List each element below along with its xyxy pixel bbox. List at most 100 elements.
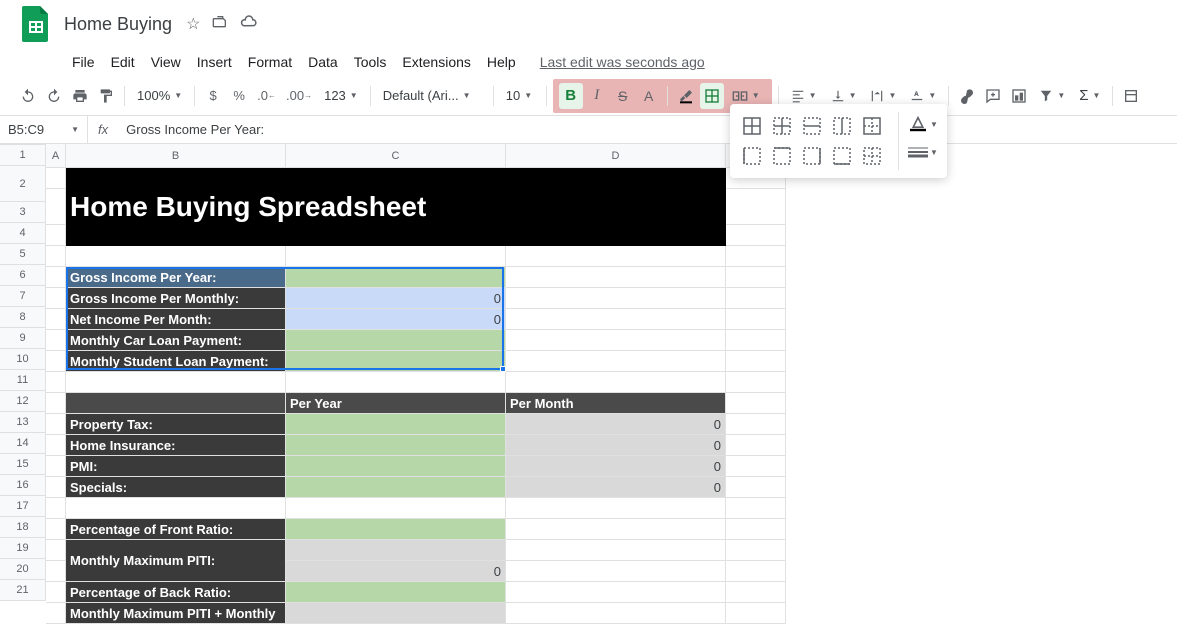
cell[interactable] [46,351,66,372]
row-header-18[interactable]: 18 [0,517,46,538]
cell[interactable] [726,330,786,351]
border-outer[interactable] [858,112,886,140]
cell[interactable] [506,561,726,582]
cell[interactable] [46,498,66,519]
cell[interactable] [46,414,66,435]
cell[interactable] [726,582,786,603]
border-all[interactable] [738,112,766,140]
formula-bar[interactable]: Gross Income Per Year: [118,122,1177,137]
cell[interactable]: Monthly Maximum PITI: [66,540,286,582]
menu-help[interactable]: Help [479,50,524,74]
border-right[interactable] [798,142,826,170]
row-header-5[interactable]: 5 [0,244,46,265]
font-dropdown[interactable]: Default (Ari...▼ [377,83,487,109]
cell[interactable]: Percentage of Front Ratio: [66,519,286,540]
cell[interactable]: Monthly Maximum PITI + Monthly [66,603,286,624]
more-formats-dropdown[interactable]: 123▼ [318,83,364,109]
filter-dropdown[interactable]: ▼ [1033,83,1071,109]
cell[interactable] [46,393,66,414]
cell[interactable]: Per Month [506,393,726,414]
cell[interactable]: 0 [506,456,726,477]
cell[interactable] [726,288,786,309]
functions-dropdown[interactable]: Σ▼ [1073,83,1106,109]
cell[interactable] [506,372,726,393]
row-header-17[interactable]: 17 [0,496,46,517]
cell[interactable]: Property Tax: [66,414,286,435]
border-left[interactable] [738,142,766,170]
cell[interactable] [66,498,286,519]
cell[interactable] [286,414,506,435]
cell[interactable] [46,435,66,456]
cell[interactable] [726,372,786,393]
cell[interactable] [726,519,786,540]
print-button[interactable] [68,83,92,109]
bold-button[interactable]: B [559,83,583,109]
cell[interactable]: Specials: [66,477,286,498]
border-color-button[interactable]: ▼ [907,112,939,136]
cell[interactable] [506,351,726,372]
cell[interactable]: 0 [506,435,726,456]
border-none[interactable] [858,142,886,170]
cell[interactable] [46,540,66,561]
font-size-dropdown[interactable]: 10▼ [500,83,540,109]
italic-button[interactable]: I [585,83,609,109]
cell[interactable] [726,456,786,477]
cell[interactable] [46,225,66,246]
cell[interactable]: Percentage of Back Ratio: [66,582,286,603]
cell[interactable] [726,309,786,330]
sheets-logo[interactable] [16,4,56,44]
cell[interactable] [286,519,506,540]
cell[interactable] [506,246,726,267]
cell[interactable]: 0 [506,477,726,498]
row-header-15[interactable]: 15 [0,454,46,475]
cell[interactable] [66,246,286,267]
borders-button[interactable] [700,83,724,109]
row-header-11[interactable]: 11 [0,370,46,391]
cloud-icon[interactable] [240,15,258,34]
fill-color-button[interactable] [674,83,698,109]
cell[interactable] [726,414,786,435]
cell[interactable] [506,288,726,309]
cell[interactable] [286,246,506,267]
star-icon[interactable]: ☆ [186,14,200,34]
cell[interactable] [726,393,786,414]
cell[interactable]: PMI: [66,456,286,477]
cell[interactable] [286,540,506,561]
cell[interactable] [46,309,66,330]
row-header-6[interactable]: 6 [0,265,46,286]
toolbar-overflow-button[interactable] [1119,83,1143,109]
cell[interactable] [726,351,786,372]
text-color-button[interactable]: A [637,83,661,109]
cell[interactable] [726,477,786,498]
cell[interactable] [46,519,66,540]
row-header-8[interactable]: 8 [0,307,46,328]
cell[interactable] [46,189,66,225]
cell[interactable] [286,435,506,456]
name-box[interactable]: B5:C9▼ [0,116,88,143]
cell[interactable] [286,582,506,603]
percent-button[interactable]: % [227,83,251,109]
menu-file[interactable]: File [64,50,103,74]
paint-format-button[interactable] [94,83,118,109]
menu-tools[interactable]: Tools [346,50,395,74]
insert-comment-button[interactable] [981,83,1005,109]
menu-edit[interactable]: Edit [103,50,143,74]
border-top[interactable] [768,142,796,170]
cell[interactable] [286,498,506,519]
cell[interactable] [46,456,66,477]
cell[interactable] [726,435,786,456]
undo-button[interactable] [16,83,40,109]
col-header-A[interactable]: A [46,144,66,168]
cell[interactable]: Monthly Student Loan Payment: [66,351,286,372]
col-header-C[interactable]: C [286,144,506,168]
cell[interactable] [46,246,66,267]
row-header-4[interactable]: 4 [0,223,46,244]
cell[interactable]: Home Insurance: [66,435,286,456]
cell[interactable] [66,372,286,393]
cell[interactable]: Monthly Car Loan Payment: [66,330,286,351]
cell[interactable]: Net Income Per Month: [66,309,286,330]
cell[interactable] [286,372,506,393]
cell[interactable] [726,246,786,267]
cell[interactable] [726,603,786,624]
cell[interactable] [726,540,786,561]
